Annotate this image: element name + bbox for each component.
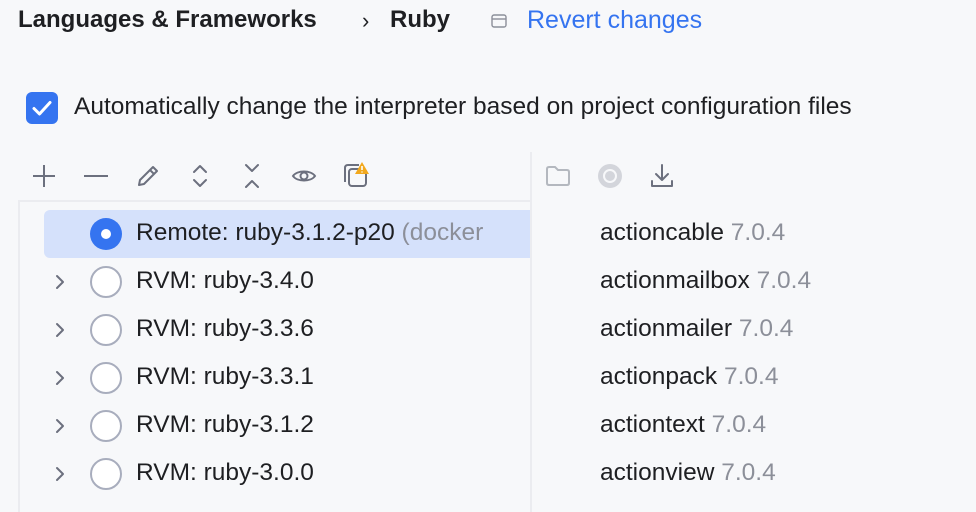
- minus-icon: [84, 175, 108, 177]
- gem-version: 7.0.4: [714, 459, 776, 486]
- gem-name: actionmailbox: [600, 267, 750, 294]
- interpreter-label: RVM: ruby-3.1.2: [136, 411, 314, 438]
- interpreter-radio[interactable]: [90, 218, 122, 250]
- copy-warning-icon: [344, 162, 369, 187]
- gem-version: 7.0.4: [749, 267, 812, 294]
- chevron-right-icon[interactable]: [50, 320, 70, 340]
- install-gem-button[interactable]: [646, 160, 678, 192]
- interpreter-row[interactable]: RVM: ruby-3.1.2: [20, 402, 530, 450]
- collapse-all-icon: [245, 164, 259, 188]
- circle-icon: [598, 164, 622, 188]
- add-interpreter-button[interactable]: [28, 160, 60, 192]
- interpreter-row[interactable]: RVM: ruby-3.3.1: [20, 354, 530, 402]
- interpreter-radio[interactable]: [90, 314, 122, 346]
- interpreter-radio[interactable]: [90, 410, 122, 442]
- page-title: Ruby: [390, 6, 450, 33]
- chevron-right-icon[interactable]: [50, 416, 70, 436]
- chevron-right-icon[interactable]: [50, 464, 70, 484]
- interpreter-extra: (docker: [394, 219, 484, 246]
- expand-all-button[interactable]: [184, 160, 216, 192]
- gem-name: actioncable: [600, 219, 724, 246]
- interpreter-toolbar: [18, 152, 530, 200]
- auto-interpreter-option: Automatically change the interpreter bas…: [26, 90, 976, 124]
- gem-row[interactable]: actionview 7.0.4: [600, 450, 976, 498]
- interpreter-label: RVM: ruby-3.3.6: [136, 315, 314, 342]
- gem-row[interactable]: actioncable 7.0.4: [600, 210, 976, 258]
- breadcrumb-separator: ›: [362, 8, 370, 33]
- gem-version: 7.0.4: [723, 219, 786, 246]
- chevron-right-icon[interactable]: [50, 272, 70, 292]
- gem-name: actionview: [600, 459, 715, 486]
- interpreter-label: RVM: ruby-3.0.0: [136, 459, 314, 486]
- remove-interpreter-button[interactable]: [80, 160, 112, 192]
- folder-icon: [546, 166, 570, 186]
- edit-interpreter-button[interactable]: [132, 160, 164, 192]
- auto-interpreter-label: Automatically change the interpreter bas…: [74, 93, 852, 120]
- gem-row[interactable]: actionmailer 7.0.4: [600, 306, 976, 354]
- interpreter-row[interactable]: Remote: ruby-3.1.2-p20 (docker: [44, 210, 530, 258]
- gem-name: actiontext: [600, 411, 705, 438]
- checkmark-icon: [32, 101, 52, 116]
- interpreter-row[interactable]: RVM: ruby-3.0.0: [20, 450, 530, 498]
- expand-all-icon: [193, 165, 207, 187]
- gem-name: actionmailer: [600, 315, 733, 342]
- interpreter-label: RVM: ruby-3.4.0: [136, 267, 314, 294]
- gem-row[interactable]: actiontext 7.0.4: [600, 402, 976, 450]
- interpreter-text: Remote: ruby-3.1.2-p20 (docker: [136, 219, 483, 247]
- show-details-button[interactable]: [288, 160, 320, 192]
- eye-icon: [291, 170, 317, 182]
- auto-interpreter-checkbox[interactable]: [26, 92, 58, 124]
- header: Languages & Frameworks › Ruby Revert cha…: [0, 0, 976, 48]
- revert-changes-link[interactable]: Revert changes: [527, 6, 702, 35]
- panel-splitter[interactable]: [530, 152, 532, 512]
- download-icon: [651, 164, 673, 187]
- interpreter-label: RVM: ruby-3.3.1: [136, 363, 314, 390]
- toolbar-divider: [18, 200, 530, 202]
- gem-version: 7.0.4: [717, 363, 779, 390]
- gem-version: 7.0.4: [704, 411, 767, 438]
- gems-toolbar: [532, 152, 976, 200]
- collapse-all-button[interactable]: [236, 160, 268, 192]
- interpreter-label: Remote: ruby-3.1.2-p20: [136, 219, 395, 246]
- gem-name: actionpack: [600, 363, 718, 390]
- interpreter-row[interactable]: RVM: ruby-3.3.6: [20, 306, 530, 354]
- gem-version: 7.0.4: [732, 315, 794, 342]
- edit-pencil-icon: [138, 166, 158, 186]
- gem-row[interactable]: actionpack 7.0.4: [600, 354, 976, 402]
- open-folder-button[interactable]: [542, 160, 574, 192]
- gem-row[interactable]: actionmailbox 7.0.4: [600, 258, 976, 306]
- breadcrumb-section[interactable]: Languages & Frameworks: [18, 6, 317, 34]
- interpreter-radio[interactable]: [90, 266, 122, 298]
- copy-interpreter-button[interactable]: [340, 160, 372, 192]
- gem-status-button[interactable]: [594, 160, 626, 192]
- plus-icon: [33, 165, 55, 187]
- interpreter-radio[interactable]: [90, 458, 122, 490]
- chevron-right-icon[interactable]: [50, 368, 70, 388]
- interpreter-row[interactable]: RVM: ruby-3.4.0: [20, 258, 530, 306]
- revert-icon: [491, 14, 507, 28]
- interpreter-radio[interactable]: [90, 362, 122, 394]
